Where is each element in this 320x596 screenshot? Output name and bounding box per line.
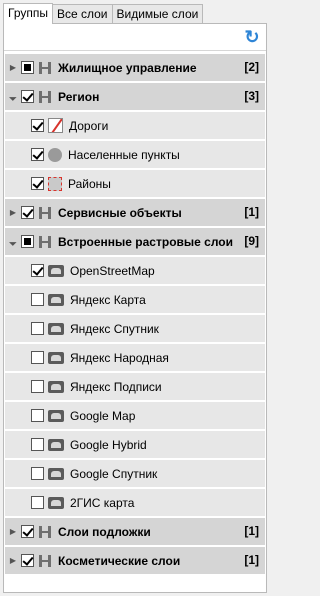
group-icon <box>38 235 52 249</box>
layer-row[interactable]: Яндекс Карта <box>5 286 265 313</box>
group-count: [1] <box>244 205 259 219</box>
layer-row[interactable]: Дороги <box>5 112 265 139</box>
expand-arrow-icon[interactable]: ▶ <box>5 208 21 217</box>
group-label: Косметические слои <box>58 553 181 568</box>
group-label: Регион <box>58 89 100 104</box>
layer-label: Дороги <box>69 118 109 133</box>
raster-icon <box>48 496 64 509</box>
group-label: Жилищное управление <box>58 60 197 75</box>
group-icon <box>38 61 52 75</box>
layer-checkbox[interactable] <box>31 293 44 306</box>
layer-checkbox[interactable] <box>31 467 44 480</box>
group-label: Сервисные объекты <box>58 205 182 220</box>
raster-icon <box>48 438 64 451</box>
expand-arrow-icon[interactable]: ▶ <box>5 527 21 536</box>
group-count: [3] <box>244 89 259 103</box>
tab-groups[interactable]: Группы <box>3 3 53 24</box>
layer-group-row[interactable]: ◢ Регион [3] <box>5 83 265 110</box>
tab-visible-layers[interactable]: Видимые слои <box>111 4 204 24</box>
refresh-icon[interactable]: ↻ <box>241 27 263 47</box>
group-count: [9] <box>244 234 259 248</box>
group-checkbox[interactable] <box>21 61 34 74</box>
group-count: [1] <box>244 553 259 567</box>
group-icon <box>38 554 52 568</box>
group-count: [2] <box>244 60 259 74</box>
group-checkbox[interactable] <box>21 525 34 538</box>
layer-row[interactable]: Яндекс Спутник <box>5 315 265 342</box>
group-checkbox[interactable] <box>21 90 34 103</box>
layer-row[interactable]: Google Спутник <box>5 460 265 487</box>
layer-label: 2ГИС карта <box>70 495 135 510</box>
layer-group-row[interactable]: ▶ Косметические слои [1] <box>5 547 265 574</box>
layer-tree: ▶ Жилищное управление [2] ◢ Регион [3] Дороги Н… <box>5 54 265 576</box>
group-icon <box>38 206 52 220</box>
layer-row[interactable]: Районы <box>5 170 265 197</box>
layer-label: Яндекс Народная <box>70 350 169 365</box>
layer-label: Яндекс Подписи <box>70 379 162 394</box>
layer-checkbox[interactable] <box>31 177 44 190</box>
group-icon <box>38 90 52 104</box>
raster-icon <box>48 409 64 422</box>
group-label: Слои подложки <box>58 524 151 539</box>
layer-checkbox[interactable] <box>31 409 44 422</box>
layer-checkbox[interactable] <box>31 380 44 393</box>
layer-row[interactable]: Google Map <box>5 402 265 429</box>
layer-checkbox[interactable] <box>31 148 44 161</box>
layer-checkbox[interactable] <box>31 496 44 509</box>
point-icon <box>48 147 62 162</box>
group-icon <box>38 525 52 539</box>
layer-label: Google Спутник <box>70 466 158 481</box>
layer-label: Районы <box>68 176 111 191</box>
raster-icon <box>48 380 64 393</box>
collapse-arrow-icon[interactable]: ◢ <box>5 233 22 250</box>
group-checkbox[interactable] <box>21 554 34 567</box>
layer-group-row[interactable]: ▶ Слои подложки [1] <box>5 518 265 545</box>
raster-icon <box>48 264 64 277</box>
layer-row[interactable]: Населенные пункты <box>5 141 265 168</box>
expand-arrow-icon[interactable]: ▶ <box>5 63 21 72</box>
group-count: [1] <box>244 524 259 538</box>
group-label: Встроенные растровые слои <box>58 234 233 249</box>
layer-label: OpenStreetMap <box>70 263 155 278</box>
tab-all-layers[interactable]: Все слои <box>51 4 113 24</box>
expand-arrow-icon[interactable]: ▶ <box>5 556 21 565</box>
layer-row[interactable]: Яндекс Народная <box>5 344 265 371</box>
layer-label: Google Map <box>70 408 136 423</box>
layer-row[interactable]: OpenStreetMap <box>5 257 265 284</box>
layer-checkbox[interactable] <box>31 322 44 335</box>
raster-icon <box>48 322 64 335</box>
raster-icon <box>48 467 64 480</box>
layer-checkbox[interactable] <box>31 438 44 451</box>
layer-group-row[interactable]: ▶ Жилищное управление [2] <box>5 54 265 81</box>
layer-row[interactable]: Google Hybrid <box>5 431 265 458</box>
tab-bar: Группы Все слои Видимые слои <box>3 3 204 24</box>
layer-row[interactable]: Яндекс Подписи <box>5 373 265 400</box>
layer-group-row[interactable]: ◢ Встроенные растровые слои [9] <box>5 228 265 255</box>
raster-icon <box>48 293 64 306</box>
polygon-icon <box>48 176 62 191</box>
group-checkbox[interactable] <box>21 206 34 219</box>
layer-checkbox[interactable] <box>31 351 44 364</box>
layer-checkbox[interactable] <box>31 119 44 132</box>
layer-group-row[interactable]: ▶ Сервисные объекты [1] <box>5 199 265 226</box>
line-icon <box>48 118 63 133</box>
raster-icon <box>48 351 64 364</box>
layer-label: Яндекс Карта <box>70 292 146 307</box>
layer-label: Google Hybrid <box>70 437 147 452</box>
layer-row[interactable]: 2ГИС карта <box>5 489 265 516</box>
layers-panel: ↻ ▶ Жилищное управление [2] ◢ Регион [3] Дорог… <box>3 23 267 593</box>
collapse-arrow-icon[interactable]: ◢ <box>5 88 22 105</box>
layer-checkbox[interactable] <box>31 264 44 277</box>
layer-label: Населенные пункты <box>68 147 180 162</box>
toolbar: ↻ <box>4 24 266 51</box>
group-checkbox[interactable] <box>21 235 34 248</box>
layer-label: Яндекс Спутник <box>70 321 159 336</box>
